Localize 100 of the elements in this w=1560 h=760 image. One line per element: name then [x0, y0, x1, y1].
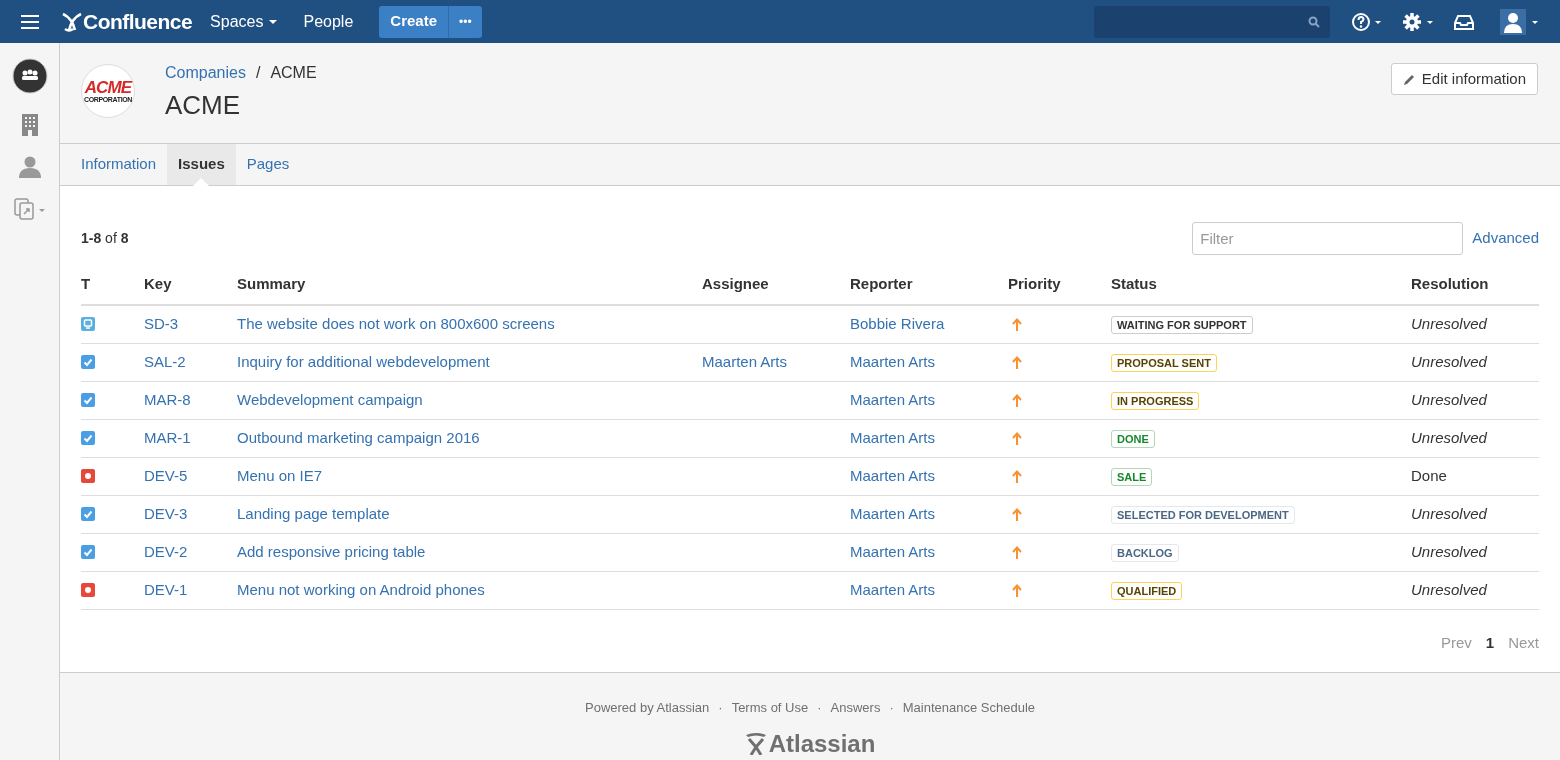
issue-summary-link[interactable]: Menu not working on Android phones: [237, 580, 485, 598]
edit-information-button[interactable]: Edit information: [1390, 63, 1538, 95]
inbox-icon[interactable]: [1454, 13, 1474, 30]
search-field[interactable]: [1094, 5, 1330, 38]
priority-arrow-icon: [1012, 507, 1022, 521]
more-button[interactable]: •••: [448, 5, 482, 38]
column-header: Reporter: [850, 275, 913, 293]
separator-dot: ·: [718, 699, 723, 717]
task-checkbox-icon: [81, 355, 95, 369]
issue-key-link[interactable]: MAR-8: [144, 390, 191, 408]
issue-key-link[interactable]: SAL-2: [144, 352, 186, 370]
breadcrumb-current: ACME: [270, 63, 317, 83]
footer-link[interactable]: Terms of Use: [731, 698, 809, 718]
issue-key-link[interactable]: MAR-1: [144, 428, 191, 446]
reporter-link[interactable]: Maarten Arts: [850, 466, 936, 484]
atlassian-logo-icon: [744, 732, 767, 755]
issue-summary-link[interactable]: Outbound marketing campaign 2016: [237, 428, 480, 446]
column-header: Key: [144, 275, 172, 293]
space-icon[interactable]: [11, 58, 48, 94]
issue-summary-link[interactable]: Add responsive pricing table: [237, 542, 426, 560]
reporter-link[interactable]: Maarten Arts: [850, 428, 936, 446]
status-label: SELECTED FOR DEVELOPMENT: [1111, 505, 1295, 524]
column-header: Summary: [237, 275, 306, 293]
tab[interactable]: Pages: [235, 144, 301, 185]
filter-field[interactable]: Filter: [1192, 221, 1464, 255]
column-header: T: [81, 275, 91, 293]
column-header: Priority: [1008, 275, 1061, 293]
settings-icon[interactable]: [1402, 11, 1434, 32]
priority-arrow-icon: [1012, 355, 1022, 369]
reporter-link[interactable]: Maarten Arts: [850, 580, 936, 598]
assignee-link[interactable]: Maarten Arts: [702, 352, 788, 370]
create-button[interactable]: Create: [379, 5, 448, 38]
issue-summary-link[interactable]: Menu on IE7: [237, 466, 323, 484]
atlassian-wordmark: Atlassian: [768, 731, 876, 756]
reporter-link[interactable]: Maarten Arts: [850, 352, 936, 370]
issue-summary-link[interactable]: Webdevelopment campaign: [237, 390, 423, 408]
service-request-icon: [81, 317, 95, 332]
resolution-text: Unresolved: [1411, 504, 1487, 522]
footer-link[interactable]: Answers: [830, 698, 881, 718]
next-link[interactable]: Next: [1508, 631, 1539, 654]
menu-icon[interactable]: [21, 14, 39, 29]
tab[interactable]: Information: [70, 144, 168, 185]
status-label: WAITING FOR SUPPORT: [1111, 316, 1253, 334]
result-count: 1-8 of 8: [81, 228, 129, 248]
issue-summary-link[interactable]: The website does not work on 800x600 screens: [237, 315, 555, 332]
issue-summary-link[interactable]: Inquiry for additional webdevelopment: [237, 352, 490, 370]
resolution-text: Unresolved: [1411, 390, 1487, 408]
issue-key-link[interactable]: DEV-1: [144, 580, 188, 598]
column-header: Status: [1111, 275, 1157, 293]
reporter-link[interactable]: Maarten Arts: [850, 542, 936, 560]
reporter-link[interactable]: Maarten Arts: [850, 390, 936, 408]
page-title: ACME: [165, 89, 242, 122]
resolution-text: Unresolved: [1411, 352, 1487, 370]
priority-arrow-icon: [1012, 583, 1022, 597]
user-avatar-icon[interactable]: [1500, 8, 1540, 35]
priority-arrow-icon: [1012, 469, 1022, 483]
task-checkbox-icon: [81, 393, 95, 407]
prev-link[interactable]: Prev: [1440, 631, 1472, 654]
tab[interactable]: Issues: [167, 144, 236, 185]
breadcrumb-separator: /: [255, 63, 261, 83]
priority-arrow-icon: [1012, 431, 1022, 445]
issue-key-link[interactable]: DEV-5: [144, 466, 188, 484]
issue-key-link[interactable]: SD-3: [144, 315, 179, 332]
priority-arrow-icon: [1012, 393, 1022, 407]
advanced-link[interactable]: Advanced: [1472, 226, 1539, 250]
issue-key-link[interactable]: DEV-3: [144, 504, 188, 522]
breadcrumb-link[interactable]: Companies: [165, 61, 246, 85]
help-icon[interactable]: [1352, 11, 1382, 32]
priority-arrow-icon: [1012, 545, 1022, 559]
reporter-link[interactable]: Bobbie Rivera: [850, 315, 945, 332]
current-page: 1: [1485, 632, 1495, 653]
column-header: Assignee: [702, 275, 769, 293]
app-logo[interactable]: Confluence: [83, 5, 193, 38]
resolution-text: Done: [1411, 466, 1447, 484]
column-header: Resolution: [1411, 275, 1489, 293]
bug-icon: [81, 583, 95, 597]
issue-summary-link[interactable]: Landing page template: [237, 504, 390, 522]
task-checkbox-icon: [81, 507, 95, 521]
status-label: PROPOSAL SENT: [1111, 353, 1217, 372]
status-label: SALE: [1111, 467, 1153, 486]
pencil-icon: [1402, 72, 1416, 86]
shortcut-icon[interactable]: [13, 198, 46, 220]
search-icon: [1308, 15, 1320, 28]
status-label: BACKLOG: [1111, 543, 1179, 562]
footer-link[interactable]: Maintenance Schedule: [902, 698, 1035, 718]
logo-icon: [61, 11, 83, 32]
reporter-link[interactable]: Maarten Arts: [850, 504, 936, 522]
nav-link[interactable]: People: [303, 9, 354, 34]
person-icon[interactable]: [18, 156, 41, 178]
footer-link[interactable]: Powered by Atlassian: [585, 698, 710, 718]
issue-key-link[interactable]: DEV-2: [144, 542, 188, 560]
task-checkbox-icon: [81, 431, 95, 445]
separator-dot: ·: [817, 699, 822, 717]
resolution-text: Unresolved: [1411, 542, 1487, 560]
building-icon[interactable]: [21, 114, 38, 136]
priority-arrow-icon: [1012, 317, 1022, 331]
resolution-text: Unresolved: [1411, 580, 1487, 598]
nav-link[interactable]: Spaces: [210, 9, 278, 34]
separator-dot: ·: [889, 699, 894, 717]
resolution-text: Unresolved: [1411, 315, 1487, 332]
